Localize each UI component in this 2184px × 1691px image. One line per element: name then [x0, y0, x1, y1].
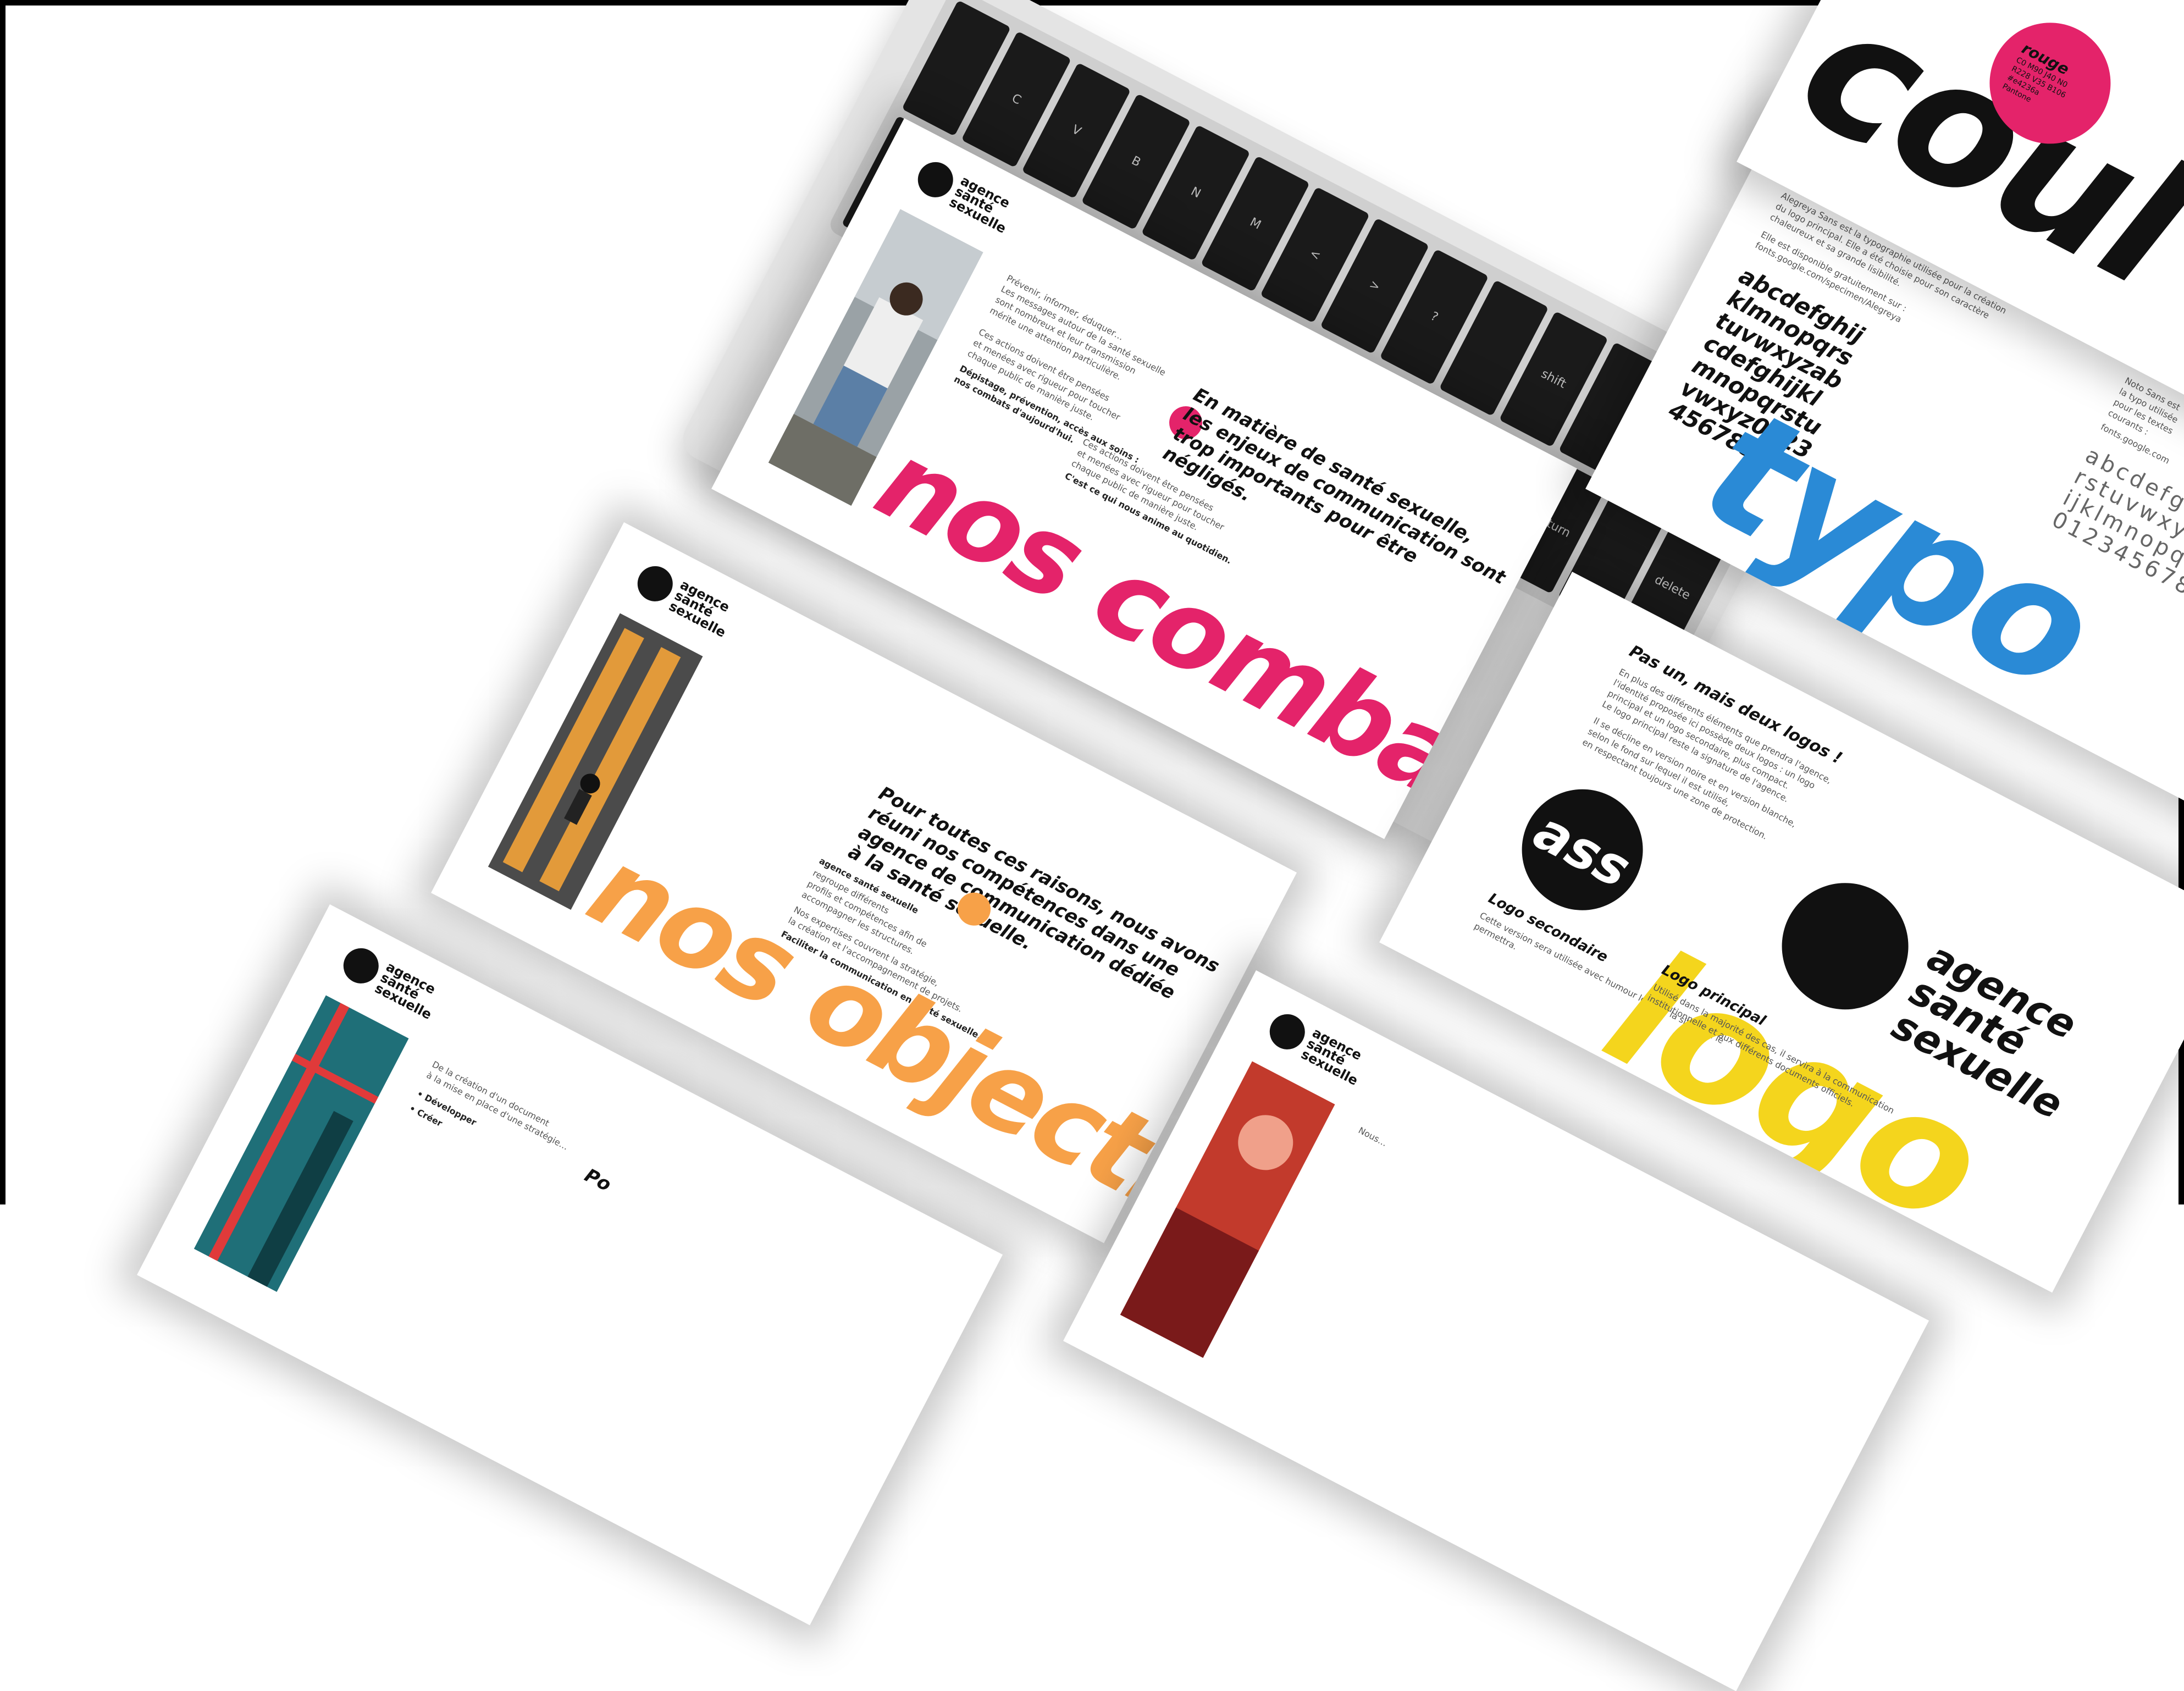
secondary-logo-text: ass [1524, 799, 1640, 900]
fourth-title-fragment: Po [580, 1164, 615, 1196]
logo-text: agence santé sexuelle [372, 959, 438, 1023]
logo-text: agence santé sexuelle [947, 173, 1013, 236]
fifth-body-1: Nous… [1356, 1125, 1389, 1149]
logo-text: agence santé sexuelle [1298, 1025, 1364, 1088]
logo-text: agence santé sexuelle [666, 577, 732, 640]
